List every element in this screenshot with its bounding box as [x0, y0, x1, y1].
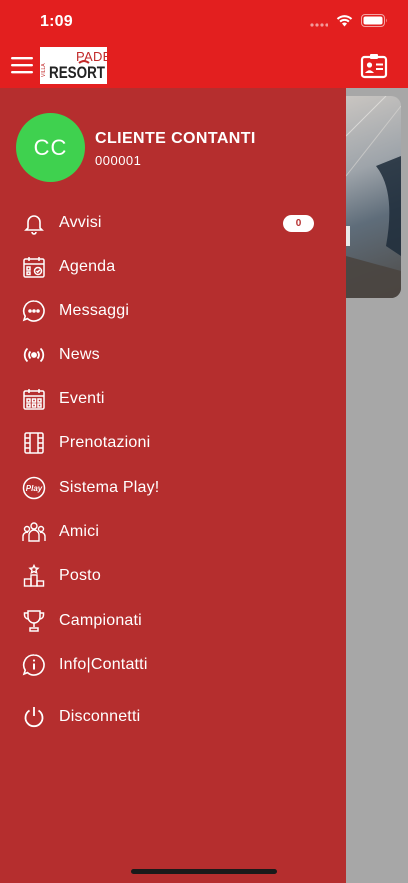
court-photo: [346, 96, 401, 298]
power-icon: [22, 705, 46, 729]
menu-label-campionati: Campionati: [59, 612, 142, 629]
battery-icon: [361, 14, 387, 27]
menu-item-campionati[interactable]: Campionati: [0, 601, 346, 641]
hamburger-menu-icon[interactable]: [10, 53, 34, 77]
menu-label-posto: Posto: [59, 567, 101, 584]
broadcast-icon: [22, 343, 46, 367]
menu-label-avvisi: Avvisi: [59, 214, 102, 231]
chat-bubble-icon: [22, 299, 46, 323]
menu-item-eventi[interactable]: Eventi: [0, 379, 346, 419]
avvisi-counter-badge: 0: [283, 214, 314, 232]
status-icons: [310, 14, 388, 27]
play-badge-icon: Play: [22, 476, 46, 500]
id-card-icon[interactable]: [360, 52, 388, 80]
menu-item-prenotazioni[interactable]: Prenotazioni: [0, 423, 346, 463]
group-icon: [22, 520, 46, 544]
menu-item-sistema-play[interactable]: Play Sistema Play!: [0, 468, 346, 508]
background-screen[interactable]: [346, 88, 408, 883]
trophy-icon: [22, 609, 46, 633]
avatar-initials: CC: [33, 134, 68, 160]
signal-icon: [310, 22, 328, 27]
padel-resort-logo: PADEL VILLA RESORT: [41, 49, 119, 82]
menu-label-prenotazioni: Prenotazioni: [59, 434, 151, 451]
home-indicator[interactable]: [131, 869, 277, 874]
calendar-grid-icon: [22, 387, 46, 411]
wifi-icon: [336, 15, 353, 27]
background-photo-card[interactable]: [346, 96, 401, 298]
info-bubble-icon: [22, 653, 46, 677]
status-time: 1:09: [40, 13, 73, 30]
menu-label-agenda: Agenda: [59, 258, 116, 275]
navigation-drawer: CC CLIENTE CONTANTI 000001 Avvisi 0 Agen…: [0, 88, 346, 883]
avatar[interactable]: CC: [16, 113, 85, 182]
bell-icon: [22, 211, 46, 235]
menu-item-disconnetti[interactable]: Disconnetti: [0, 697, 346, 737]
menu-item-info-contatti[interactable]: Info|Contatti: [0, 645, 346, 685]
film-strip-icon: [22, 431, 46, 455]
menu-label-disconnetti: Disconnetti: [59, 708, 141, 725]
menu-item-messaggi[interactable]: Messaggi: [0, 291, 346, 331]
menu-label-news: News: [59, 346, 100, 363]
menu-label-sistema-play: Sistema Play!: [59, 479, 160, 496]
menu-label-eventi: Eventi: [59, 390, 105, 407]
menu-label-messaggi: Messaggi: [59, 302, 130, 319]
menu-label-amici: Amici: [59, 523, 100, 540]
menu-item-agenda[interactable]: Agenda: [0, 247, 346, 287]
calendar-check-icon: [22, 255, 46, 279]
menu-item-posto[interactable]: Posto: [0, 556, 346, 596]
menu-item-avvisi[interactable]: Avvisi 0: [0, 203, 346, 243]
user-code: 000001: [95, 153, 142, 168]
app-logo[interactable]: PADEL VILLA RESORT: [40, 47, 119, 84]
podium-icon: [22, 564, 46, 588]
app-header: PADEL VILLA RESORT: [0, 44, 408, 88]
menu-item-news[interactable]: News: [0, 335, 346, 375]
svg-text:Play: Play: [26, 484, 43, 493]
logo-side-text: VILLA: [41, 63, 47, 77]
menu-item-amici[interactable]: Amici: [0, 512, 346, 552]
menu-label-info-contatti: Info|Contatti: [59, 656, 148, 673]
logo-main-text: RESORT: [49, 63, 105, 82]
user-name[interactable]: CLIENTE CONTANTI: [95, 130, 256, 148]
status-bar: 1:09: [0, 0, 408, 44]
